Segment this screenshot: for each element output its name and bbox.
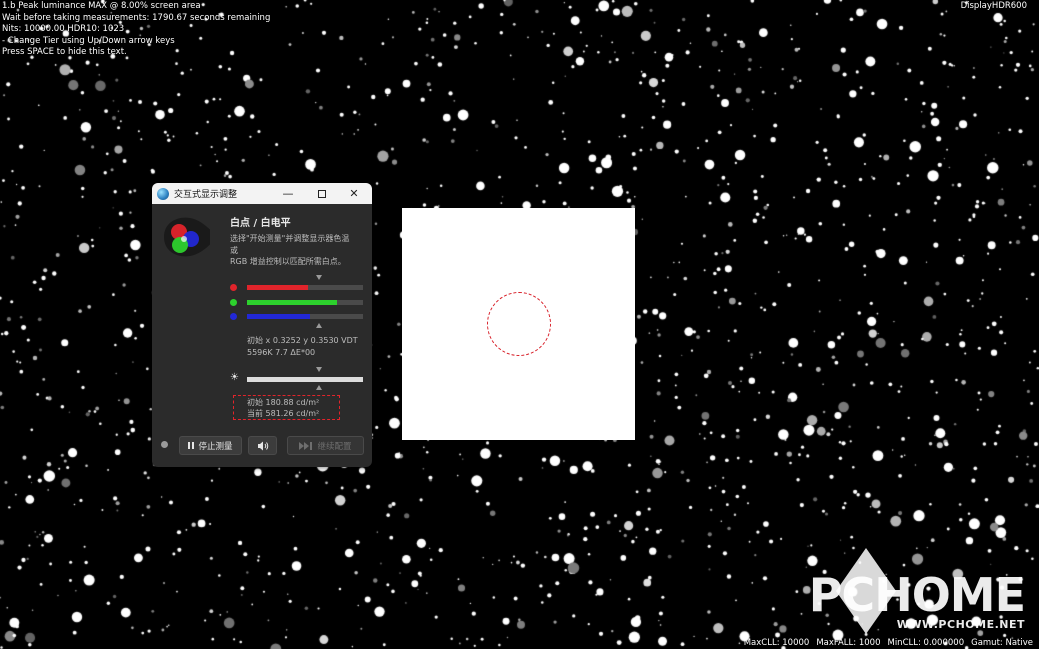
title-bar[interactable]: 交互式显示调整 — ✕ bbox=[152, 183, 372, 204]
brightness-track bbox=[247, 377, 363, 382]
white-point-readout: 初始 x 0.3252 y 0.3530 VDT 5596K 7.7 ΔE*00 bbox=[247, 335, 358, 358]
hud-mincll: MinCLL: 0.000000 bbox=[887, 638, 965, 648]
minimize-icon: — bbox=[282, 187, 294, 200]
hud-gamut: Gamut: Native bbox=[971, 638, 1033, 648]
brightness-icon: ☀ bbox=[230, 372, 239, 383]
green-gain-indicator bbox=[230, 298, 363, 306]
blue-gain-track bbox=[247, 313, 363, 319]
window-title: 交互式显示调整 bbox=[174, 190, 238, 200]
red-gain-fill bbox=[247, 284, 309, 290]
readout-line: 5596K 7.7 ΔE*00 bbox=[247, 347, 316, 357]
luminance-readout: 初始 180.88 cd/m² 当前 581.26 cd/m² bbox=[233, 395, 340, 420]
description-line: 选择"开始测量"并调整显示器色温 bbox=[230, 234, 350, 243]
red-dot-icon bbox=[230, 283, 237, 291]
panel-heading: 白点 / 白电平 bbox=[230, 218, 291, 229]
interactive-display-adjustment-window: 交互式显示调整 — ✕ 白点 / 白电平 选择"开始测量"并调整显示器色温 或 … bbox=[152, 183, 372, 467]
rgb-color-icon bbox=[164, 217, 210, 257]
target-marker-icon bbox=[316, 385, 322, 390]
target-marker-icon bbox=[316, 367, 322, 372]
brightness-fill bbox=[247, 377, 363, 382]
green-gain-fill bbox=[247, 299, 338, 305]
continue-configuration-button[interactable]: 继续配置 bbox=[287, 436, 364, 455]
hud-line: 1.b Peak luminance MAX @ 8.00% screen ar… bbox=[2, 1, 201, 11]
watermark-url: WWW.PCHOME.NET bbox=[896, 618, 1025, 631]
luminance-current: 当前 581.26 cd/m² bbox=[247, 408, 320, 418]
watermark-brand: PCHOME bbox=[808, 568, 1026, 622]
sensor-target-ring bbox=[487, 292, 551, 356]
status-indicator-icon bbox=[161, 441, 168, 448]
close-button[interactable]: ✕ bbox=[338, 183, 370, 204]
blue-dot-icon bbox=[230, 312, 237, 320]
hud-maxfall: MaxFALL: 1000 bbox=[816, 638, 881, 648]
maximize-button[interactable] bbox=[306, 183, 338, 204]
hud-mode-label: DisplayHDR600 bbox=[960, 1, 1027, 11]
hud-line: - Change Tier using Up/Down arrow keys bbox=[2, 35, 175, 46]
stop-measurement-label: 停止测量 bbox=[198, 441, 233, 452]
description-line: RGB 增益控制以匹配所需白点。 bbox=[230, 257, 346, 266]
red-gain-track bbox=[247, 284, 363, 290]
readout-line: 初始 x 0.3252 y 0.3530 VDT bbox=[247, 336, 358, 345]
blue-gain-indicator bbox=[230, 312, 363, 320]
sound-toggle-button[interactable] bbox=[248, 436, 277, 455]
app-icon bbox=[157, 187, 169, 200]
description-line: 或 bbox=[230, 245, 238, 255]
hud-line: Nits: 10000.00 HDR10: 1023 bbox=[2, 24, 125, 35]
continue-configuration-label: 继续配置 bbox=[317, 441, 352, 452]
maximize-icon bbox=[318, 189, 326, 198]
hud-maxcll: MaxCLL: 10000 bbox=[743, 638, 810, 648]
hud-line: Wait before taking measurements: 1790.67… bbox=[2, 12, 271, 23]
green-gain-track bbox=[247, 299, 363, 305]
panel-description: 选择"开始测量"并调整显示器色温 或 RGB 增益控制以匹配所需白点。 bbox=[230, 233, 366, 268]
hud-metadata: MaxCLL: 10000 MaxFALL: 1000 MinCLL: 0.00… bbox=[744, 638, 1033, 648]
speaker-icon bbox=[257, 441, 268, 450]
close-icon: ✕ bbox=[349, 187, 359, 200]
luminance-initial: 初始 180.88 cd/m² bbox=[247, 398, 320, 407]
measurement-patch bbox=[402, 208, 635, 440]
blue-gain-fill bbox=[247, 313, 310, 319]
green-dot-icon bbox=[230, 298, 237, 306]
skip-forward-icon bbox=[299, 441, 313, 450]
target-marker-icon bbox=[316, 275, 322, 280]
red-gain-indicator bbox=[230, 283, 363, 291]
hud-info-text: 1.b Peak luminance MAX @ 8.00% screen ar… bbox=[2, 1, 270, 59]
target-marker-icon bbox=[316, 323, 322, 328]
pause-icon bbox=[188, 442, 195, 449]
stop-measurement-button[interactable]: 停止测量 bbox=[179, 436, 242, 455]
minimize-button[interactable]: — bbox=[272, 183, 304, 204]
hud-line: Press SPACE to hide this text. bbox=[2, 47, 127, 58]
